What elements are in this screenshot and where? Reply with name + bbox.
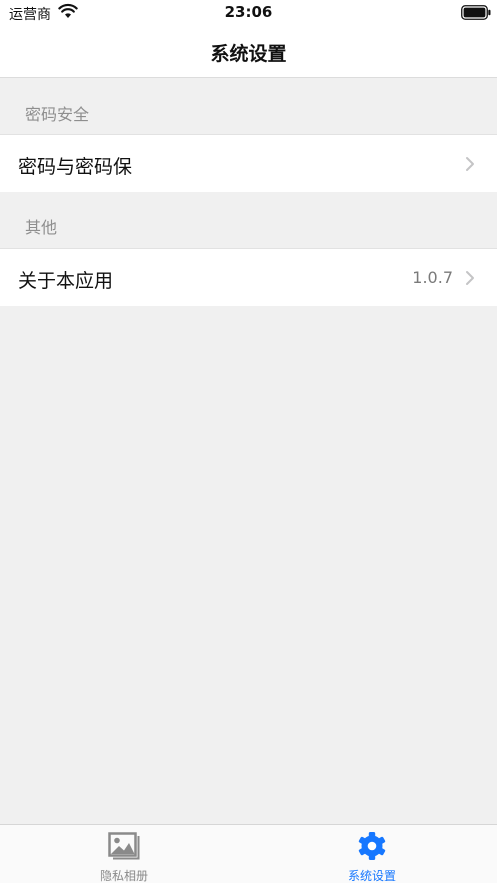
settings-row-label: 密码与密码保: [18, 156, 133, 178]
battery-full-icon: [461, 5, 491, 20]
tab-private-album[interactable]: 隐私相册: [0, 825, 248, 883]
tab-label: 系统设置: [347, 869, 396, 883]
section-header-label: 密码安全: [25, 105, 90, 124]
status-bar: 运营商 23:06: [0, 0, 497, 26]
page-title: 系统设置: [210, 43, 287, 65]
status-time: 23:06: [224, 3, 273, 21]
app-version: 1.0.7: [412, 268, 453, 287]
tab-bar: 隐私相册 系统设置: [0, 824, 497, 883]
section-header-password-security: 密码安全: [0, 79, 497, 135]
chevron-right-icon: [466, 271, 474, 285]
section-header-other: 其他: [0, 192, 497, 248]
settings-row-label: 关于本应用: [18, 270, 114, 292]
tab-label: 隐私相册: [99, 869, 148, 883]
settings-row-about[interactable]: 关于本应用 1.0.7: [0, 248, 497, 306]
section-header-label: 其他: [25, 218, 58, 237]
tab-system-settings[interactable]: 系统设置: [248, 825, 496, 883]
settings-row-password[interactable]: 密码与密码保: [0, 134, 497, 192]
gear-icon: [358, 832, 386, 860]
chevron-right-icon: [466, 157, 474, 171]
navigation-bar: 系统设置: [0, 26, 497, 78]
photo-album-icon: [108, 832, 140, 860]
